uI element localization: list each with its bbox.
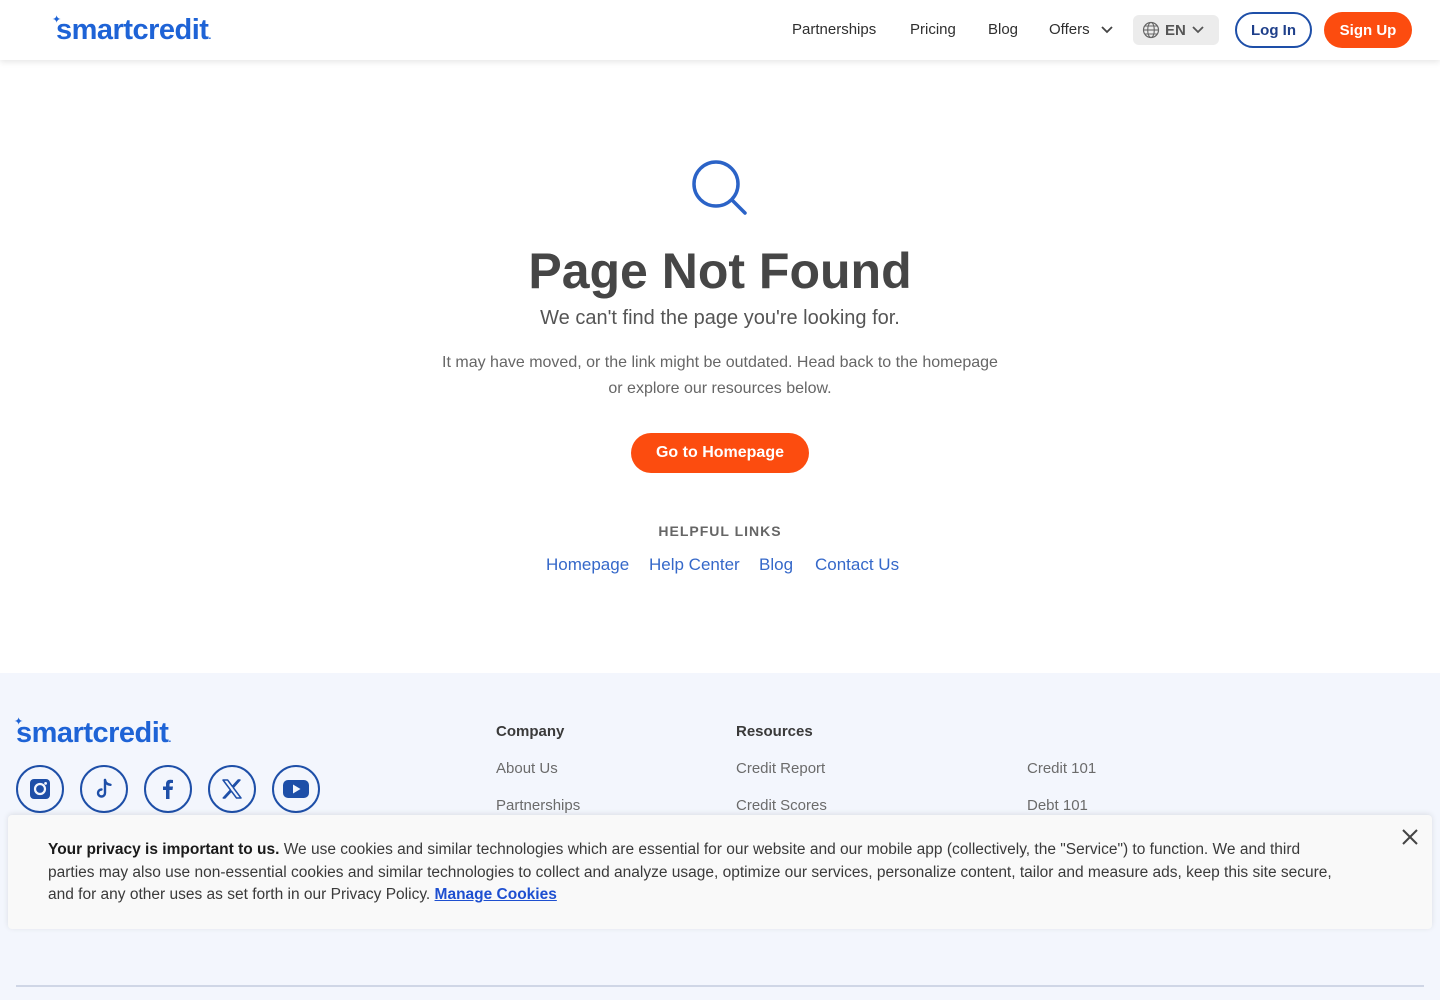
helpful-links-heading: HELPFUL LINKS	[658, 523, 782, 539]
footer-link-debt-101[interactable]: Debt 101	[1027, 797, 1088, 814]
page-subtitle: We can't find the page you're looking fo…	[540, 307, 900, 329]
helpful-link-help-center[interactable]: Help Center	[649, 555, 740, 575]
cookie-banner-text: Your privacy is important to us. We use …	[48, 839, 1348, 907]
language-selector[interactable]: EN	[1133, 15, 1219, 45]
top-navigation-bar: ✦ smartcredit. Partnerships Pricing Blog…	[0, 0, 1440, 60]
language-code: EN	[1165, 21, 1186, 39]
nav-pricing[interactable]: Pricing	[910, 21, 956, 38]
page-title: Page Not Found	[528, 243, 912, 299]
smartcredit-logo[interactable]: ✦ smartcredit.	[52, 14, 211, 47]
sparkle-icon: ✦	[14, 716, 23, 728]
facebook-glyph	[163, 779, 173, 799]
chevron-down-icon[interactable]	[1100, 24, 1114, 36]
nav-partnerships[interactable]: Partnerships	[792, 21, 876, 38]
x-icon[interactable]	[208, 765, 256, 813]
manage-cookies-link[interactable]: Manage Cookies	[435, 886, 557, 903]
facebook-icon[interactable]	[144, 765, 192, 813]
footer-heading-resources: Resources	[736, 723, 813, 740]
footer-link-credit-101[interactable]: Credit 101	[1027, 760, 1096, 777]
page-description: It may have moved, or the link might be …	[442, 354, 998, 397]
chevron-down-icon	[1192, 26, 1204, 34]
footer-link-credit-scores[interactable]: Credit Scores	[736, 797, 827, 814]
footer-divider	[16, 985, 1424, 987]
youtube-icon[interactable]	[272, 765, 320, 813]
go-to-homepage-button[interactable]: Go to Homepage	[631, 433, 809, 473]
helpful-link-homepage[interactable]: Homepage	[546, 555, 629, 575]
login-button[interactable]: Log In	[1235, 12, 1312, 48]
x-glyph	[222, 779, 242, 799]
footer-heading-company: Company	[496, 723, 565, 740]
footer-link-credit-report[interactable]: Credit Report	[736, 760, 825, 777]
globe-icon	[1142, 21, 1160, 39]
youtube-glyph	[283, 780, 309, 798]
footer-logo[interactable]: ✦ smartcredit.	[14, 716, 171, 750]
footer-link-partnerships[interactable]: Partnerships	[496, 797, 580, 814]
helpful-link-blog[interactable]: Blog	[759, 555, 793, 575]
nav-blog[interactable]: Blog	[988, 21, 1018, 38]
nav-offers[interactable]: Offers	[1049, 21, 1090, 38]
search-icon	[692, 160, 747, 215]
tiktok-icon[interactable]	[80, 765, 128, 813]
helpful-link-contact-us[interactable]: Contact Us	[815, 555, 899, 575]
cookie-banner: Your privacy is important to us. We use …	[8, 815, 1432, 929]
footer-link-about-us[interactable]: About Us	[496, 760, 558, 777]
cookie-banner-lead: Your privacy is important to us.	[48, 841, 280, 858]
signup-button[interactable]: Sign Up	[1324, 12, 1412, 48]
close-icon[interactable]	[1400, 827, 1420, 847]
tiktok-glyph	[96, 778, 112, 798]
instagram-icon[interactable]	[16, 765, 64, 813]
sparkle-icon: ✦	[52, 14, 61, 26]
instagram-glyph	[30, 779, 50, 799]
